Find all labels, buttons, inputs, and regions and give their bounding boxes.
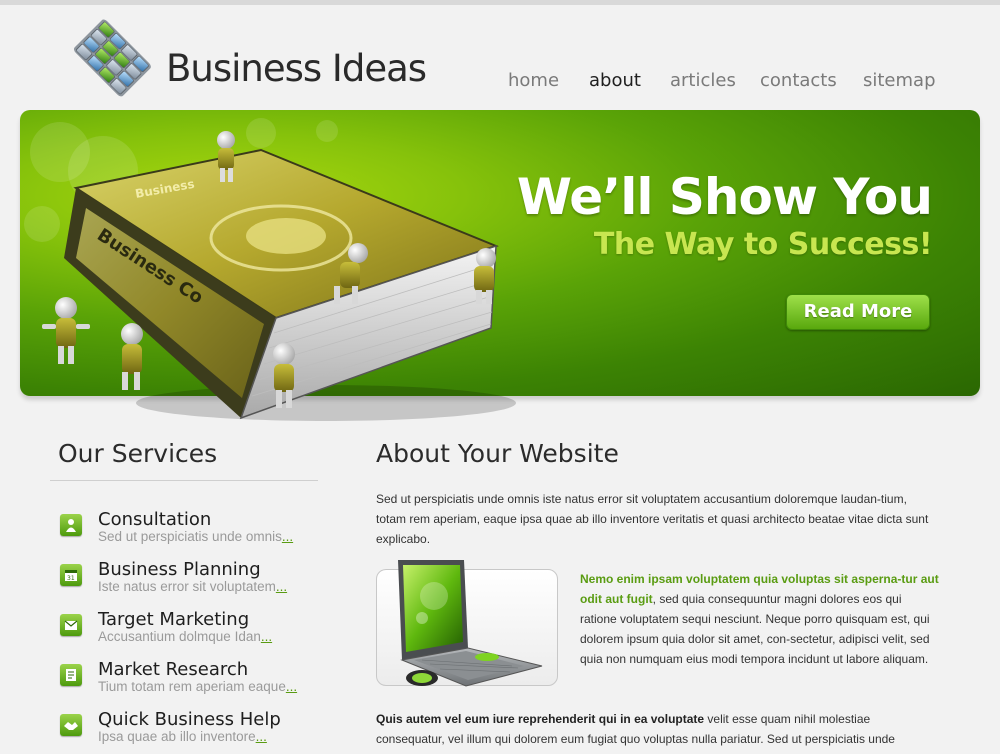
service-title[interactable]: Market Research bbox=[98, 660, 248, 680]
person-icon bbox=[60, 514, 82, 536]
service-title[interactable]: Consultation bbox=[98, 510, 211, 530]
service-item-quick-business-help: Quick Business Help Ipsa quae ab illo in… bbox=[60, 710, 320, 754]
document-icon bbox=[60, 664, 82, 686]
nav-home[interactable]: home bbox=[508, 70, 559, 91]
nav-sitemap[interactable]: sitemap bbox=[863, 70, 936, 91]
service-more-link[interactable]: ... bbox=[256, 729, 267, 744]
about-paragraph-3: Quis autem vel eum iure reprehenderit qu… bbox=[376, 709, 936, 749]
nav-articles[interactable]: articles bbox=[670, 70, 736, 91]
service-description: Iste natus error sit voluptatem... bbox=[98, 579, 287, 595]
about-paragraph-1: Sed ut perspiciatis unde omnis iste natu… bbox=[376, 492, 929, 546]
service-more-link[interactable]: ... bbox=[286, 679, 297, 694]
top-border bbox=[0, 0, 1000, 5]
service-desc-text: Tium totam rem aperiam eaque bbox=[98, 679, 286, 694]
email-icon bbox=[60, 614, 82, 636]
read-more-button[interactable]: Read More bbox=[786, 294, 930, 330]
service-title[interactable]: Quick Business Help bbox=[98, 710, 281, 730]
nav-contacts[interactable]: contacts bbox=[760, 70, 837, 91]
service-desc-text: Iste natus error sit voluptatem bbox=[98, 579, 276, 594]
service-description: Tium totam rem aperiam eaque... bbox=[98, 679, 297, 695]
service-item-market-research: Market Research Tium totam rem aperiam e… bbox=[60, 660, 320, 704]
banner-headline: We’ll Show You bbox=[516, 168, 933, 226]
main-nav: home about articles contacts sitemap bbox=[0, 70, 1000, 94]
service-desc-text: Sed ut perspiciatis unde omnis bbox=[98, 529, 282, 544]
service-title[interactable]: Business Planning bbox=[98, 560, 261, 580]
service-item-target-marketing: Target Marketing Accusantium dolmque Ida… bbox=[60, 610, 320, 654]
service-desc-text: Ipsa quae ab illo inventore bbox=[98, 729, 256, 744]
figure-left-1 bbox=[42, 297, 90, 364]
svg-text:31: 31 bbox=[67, 575, 75, 582]
about-paragraph-3-lead: Quis autem vel eum iure reprehenderit qu… bbox=[376, 712, 705, 726]
service-more-link[interactable]: ... bbox=[276, 579, 287, 594]
service-description: Ipsa quae ab illo inventore... bbox=[98, 729, 267, 745]
service-description: Accusantium dolmque Idan... bbox=[98, 629, 272, 645]
banner-subheadline: The Way to Success! bbox=[593, 227, 933, 262]
calendar-icon: 31 bbox=[60, 564, 82, 586]
service-desc-text: Accusantium dolmque Idan bbox=[98, 629, 261, 644]
nav-about[interactable]: about bbox=[589, 70, 641, 91]
book-with-figures-illustration: Business Business Co bbox=[42, 131, 516, 421]
service-title[interactable]: Target Marketing bbox=[98, 610, 249, 630]
about-heading: About Your Website bbox=[376, 439, 619, 468]
services-divider bbox=[50, 480, 318, 481]
handshake-icon bbox=[60, 714, 82, 736]
service-item-consultation: Consultation Sed ut perspiciatis unde om… bbox=[60, 510, 320, 554]
about-paragraph-2: Nemo enim ipsam voluptatem quia voluptas… bbox=[580, 569, 940, 669]
service-more-link[interactable]: ... bbox=[282, 529, 293, 544]
services-heading: Our Services bbox=[58, 439, 218, 468]
laptop-image bbox=[398, 560, 543, 687]
figure-left-2 bbox=[121, 323, 143, 390]
service-description: Sed ut perspiciatis unde omnis... bbox=[98, 529, 293, 545]
service-item-business-planning: 31 Business Planning Iste natus error si… bbox=[60, 560, 320, 604]
service-more-link[interactable]: ... bbox=[261, 629, 272, 644]
